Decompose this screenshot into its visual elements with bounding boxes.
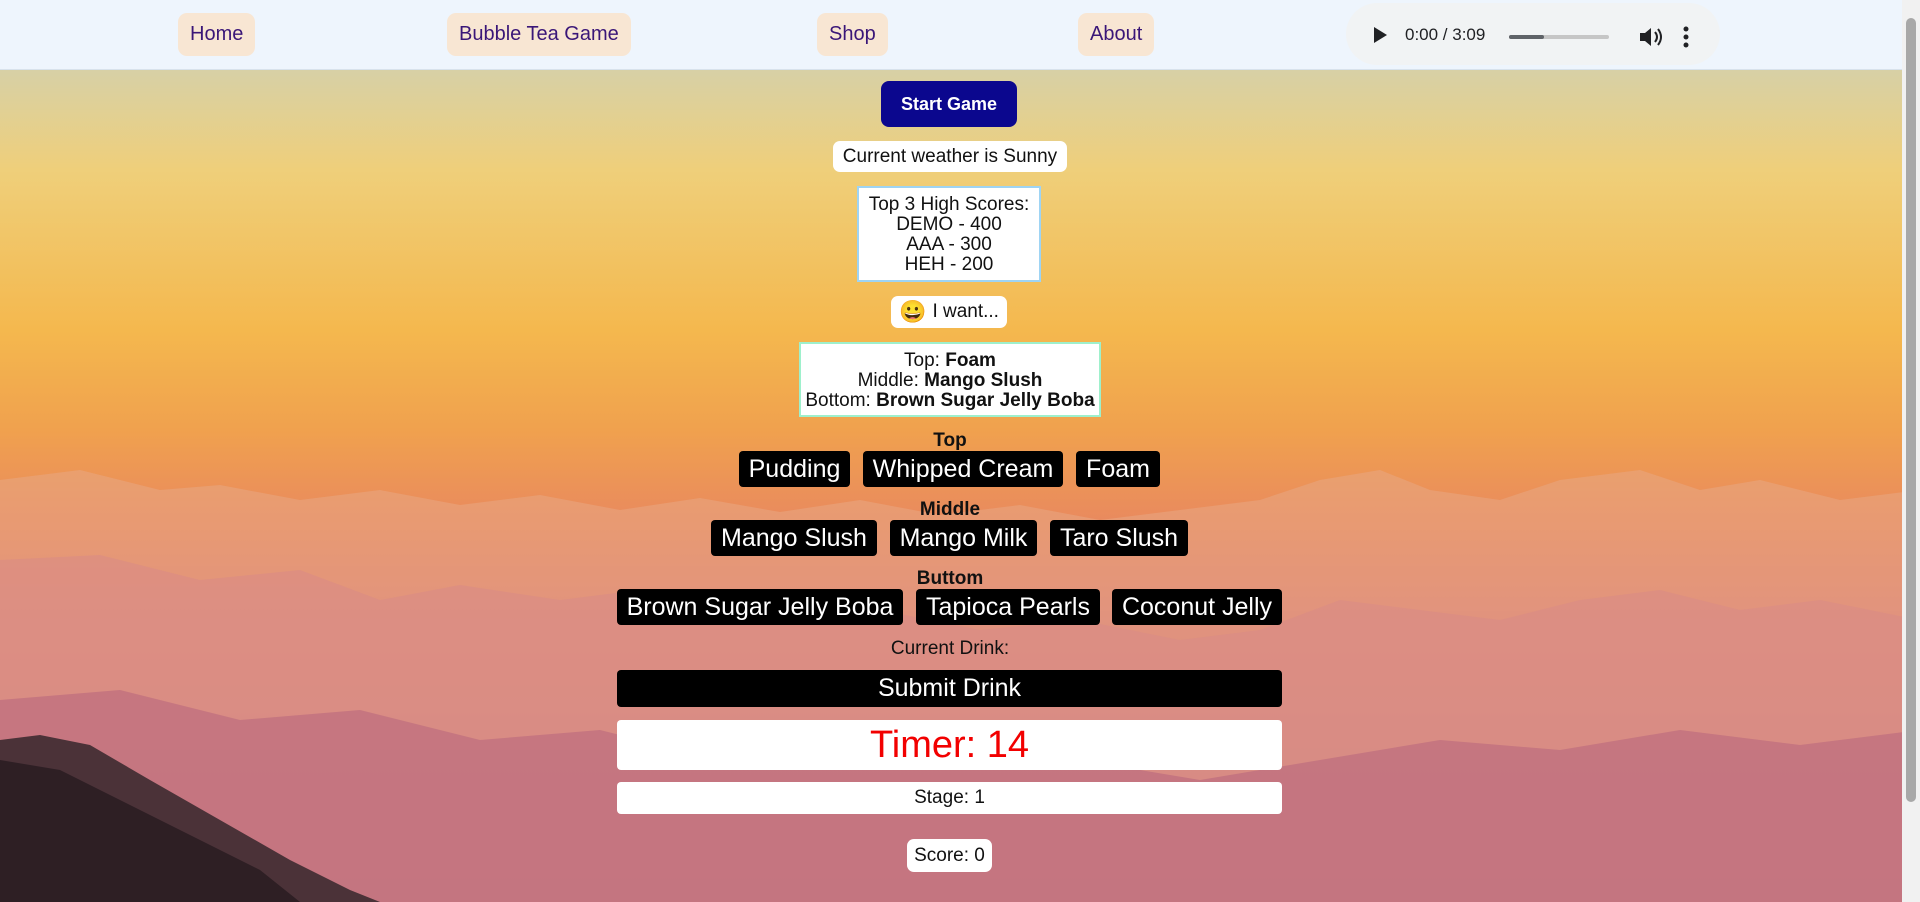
nav-game-label: Bubble Tea Game	[459, 23, 619, 45]
customer-request: 😀 I want...	[891, 296, 1007, 328]
submit-drink-button[interactable]: Submit Drink	[617, 670, 1282, 707]
audio-player[interactable]: 0:00 / 3:09	[1346, 3, 1720, 65]
customer-emoji-icon: 😀	[899, 299, 927, 324]
order-bottom-value: Brown Sugar Jelly Boba	[876, 390, 1095, 411]
option-brown-sugar-jelly-boba-button[interactable]: Brown Sugar Jelly Boba	[617, 589, 903, 625]
audio-time: 0:00 / 3:09	[1405, 25, 1486, 44]
top-options-row: Pudding Whipped Cream Foam	[0, 451, 1920, 487]
nav-home-label: Home	[190, 23, 244, 45]
option-tapioca-pearls-button[interactable]: Tapioca Pearls	[916, 589, 1100, 625]
section-middle-label: Middle	[919, 499, 981, 520]
customer-prompt: I want...	[932, 301, 999, 322]
high-score-entry: HEH - 200	[904, 254, 994, 275]
high-scores-title: Top 3 High Scores:	[868, 194, 1030, 215]
weather-status: Current weather is Sunny	[833, 141, 1067, 172]
order-bottom-label: Bottom:	[805, 390, 877, 411]
order-middle-label: Middle:	[857, 370, 925, 391]
option-pudding-button[interactable]: Pudding	[739, 451, 850, 487]
nav-shop-label: Shop	[829, 23, 876, 45]
audio-seek-fill	[1509, 35, 1544, 39]
option-mango-milk-button[interactable]: Mango Milk	[890, 520, 1037, 556]
nav-home-link[interactable]: Home	[178, 13, 256, 56]
option-taro-slush-button[interactable]: Taro Slush	[1050, 520, 1188, 556]
order-top-label: Top:	[904, 350, 946, 371]
order-bottom-line: Bottom: Brown Sugar Jelly Boba	[801, 391, 1099, 411]
customer-order-box: Top: Foam Middle: Mango Slush Bottom: Br…	[799, 342, 1101, 417]
nav-shop-link[interactable]: Shop	[817, 13, 888, 56]
option-coconut-jelly-button[interactable]: Coconut Jelly	[1112, 589, 1282, 625]
high-score-entry: DEMO - 400	[896, 214, 1002, 235]
option-foam-button[interactable]: Foam	[1076, 451, 1160, 487]
order-middle-value: Mango Slush	[924, 370, 1043, 391]
scrollbar-thumb[interactable]	[1906, 18, 1916, 802]
option-mango-slush-button[interactable]: Mango Slush	[711, 520, 877, 556]
volume-icon[interactable]	[1638, 26, 1666, 48]
more-options-icon[interactable]	[1683, 25, 1689, 49]
bottom-options-row: Brown Sugar Jelly Boba Tapioca Pearls Co…	[0, 589, 1920, 625]
order-top-line: Top: Foam	[801, 351, 1099, 371]
option-whipped-cream-button[interactable]: Whipped Cream	[863, 451, 1063, 487]
audio-seek-bar[interactable]	[1509, 35, 1609, 39]
play-icon[interactable]	[1374, 27, 1387, 43]
order-middle-line: Middle: Mango Slush	[801, 371, 1099, 391]
current-drink-label: Current Drink:	[890, 638, 1010, 659]
stage-display: Stage: 1	[617, 782, 1282, 814]
nav-bubble-tea-game-link[interactable]: Bubble Tea Game	[447, 13, 631, 56]
middle-options-row: Mango Slush Mango Milk Taro Slush	[0, 520, 1920, 556]
high-scores-box: Top 3 High Scores: DEMO - 400 AAA - 300 …	[857, 186, 1041, 282]
order-top-value: Foam	[945, 350, 996, 371]
start-game-button[interactable]: Start Game	[881, 81, 1017, 127]
timer-display: Timer: 14	[617, 720, 1282, 770]
top-navbar: Home Bubble Tea Game Shop About 0:00 / 3…	[0, 0, 1902, 70]
section-top-label: Top	[933, 430, 967, 451]
score-display: Score: 0	[907, 839, 992, 872]
high-score-entry: AAA - 300	[906, 234, 992, 255]
nav-about-link[interactable]: About	[1078, 13, 1155, 56]
nav-about-label: About	[1090, 23, 1143, 45]
section-bottom-label: Buttom	[916, 568, 984, 589]
